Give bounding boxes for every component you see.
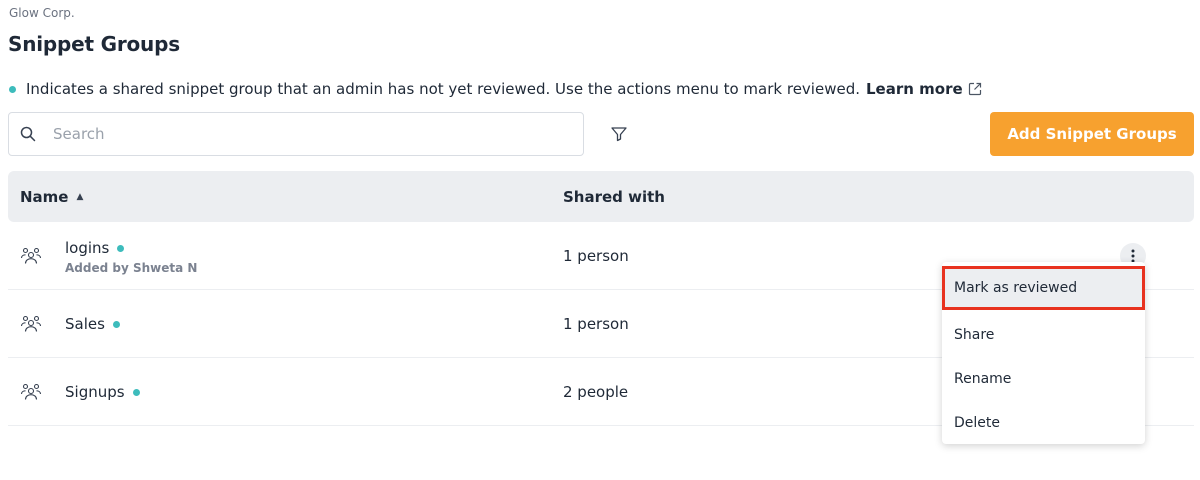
- table-header: Name ▲ Shared with: [8, 171, 1194, 222]
- shared-with-value: 1 person: [563, 315, 629, 333]
- menu-item-share[interactable]: Share: [942, 313, 1145, 357]
- page-title: Snippet Groups: [8, 32, 180, 56]
- notice-text: Indicates a shared snippet group that an…: [26, 80, 860, 98]
- column-header-name[interactable]: Name ▲: [20, 188, 83, 206]
- org-name: Glow Corp.: [9, 6, 75, 20]
- unreviewed-indicator-dot: [132, 388, 140, 396]
- learn-more-link[interactable]: Learn more: [866, 80, 963, 98]
- row-name-cell: logins Added by Shweta N: [65, 239, 197, 275]
- external-link-icon[interactable]: [967, 81, 983, 97]
- added-by-text: Added by Shweta N: [65, 261, 198, 275]
- snippet-group-name[interactable]: Signups: [65, 383, 125, 401]
- group-icon: [20, 246, 42, 266]
- unreviewed-indicator-dot: [9, 85, 16, 93]
- row-name-cell: Sales: [65, 315, 120, 333]
- menu-item-rename[interactable]: Rename: [942, 357, 1145, 401]
- unreviewed-notice: Indicates a shared snippet group that an…: [9, 80, 983, 98]
- shared-with-value: 2 people: [563, 383, 629, 401]
- group-icon: [20, 314, 42, 334]
- group-icon: [20, 382, 42, 402]
- snippet-group-name[interactable]: Sales: [65, 315, 105, 333]
- add-snippet-groups-button[interactable]: Add Snippet Groups: [990, 112, 1194, 156]
- menu-item-delete[interactable]: Delete: [942, 401, 1145, 445]
- actions-menu: Mark as reviewed Share Rename Delete: [942, 262, 1145, 444]
- sort-ascending-icon[interactable]: ▲: [76, 192, 83, 202]
- unreviewed-indicator-dot: [112, 320, 120, 328]
- column-name-label: Name: [20, 188, 69, 206]
- column-header-shared-with: Shared with: [563, 188, 665, 206]
- filter-icon[interactable]: [609, 124, 629, 144]
- shared-with-value: 1 person: [563, 247, 629, 265]
- row-name-cell: Signups: [65, 383, 140, 401]
- search-icon: [19, 125, 37, 143]
- unreviewed-indicator-dot: [117, 244, 125, 252]
- snippet-group-name[interactable]: logins: [65, 239, 109, 257]
- search-box[interactable]: [8, 112, 584, 156]
- search-input[interactable]: [53, 125, 533, 143]
- menu-item-mark-as-reviewed[interactable]: Mark as reviewed: [942, 266, 1145, 310]
